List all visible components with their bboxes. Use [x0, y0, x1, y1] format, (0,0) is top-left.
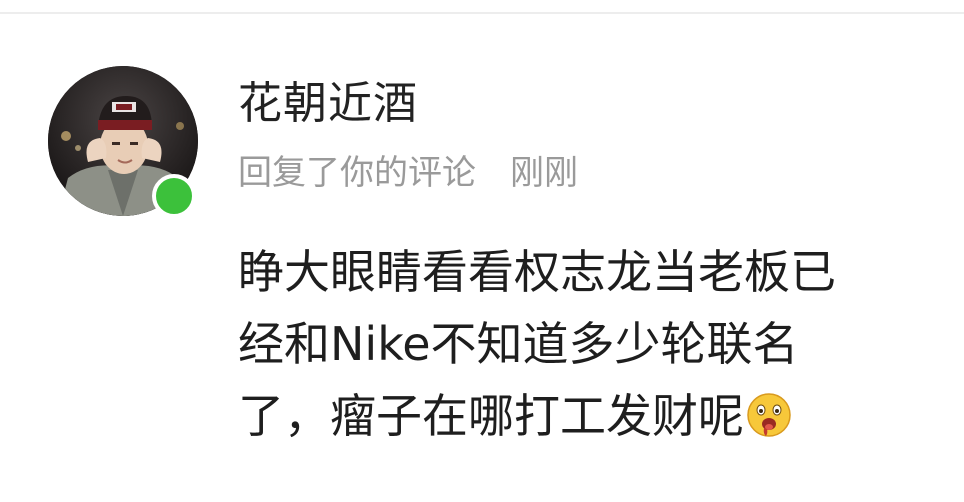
- reply-meta: 回复了你的评论 刚刚: [238, 150, 578, 196]
- avatar-container[interactable]: [48, 66, 198, 218]
- drooling-face-emoji-icon: [747, 393, 791, 437]
- comment-text[interactable]: 睁大眼睛看看权志龙当老板已 经和Nike不知道多少轮联名 了，瘤子在哪打工发财呢: [238, 236, 938, 452]
- comment-line-2: 经和Nike不知道多少轮联名: [238, 317, 799, 371]
- comment-line-3: 了，瘤子在哪打工发财呢: [238, 389, 744, 443]
- comment-line-3-wrap: 了，瘤子在哪打工发财呢: [238, 380, 938, 452]
- top-divider: [0, 12, 964, 14]
- notification-screen: 花朝近酒 回复了你的评论 刚刚 睁大眼睛看看权志龙当老板已 经和Nike不知道多少…: [0, 0, 964, 502]
- comment-line-1: 睁大眼睛看看权志龙当老板已: [238, 245, 836, 299]
- reply-time: 刚刚: [510, 153, 578, 193]
- online-status-dot-icon: [152, 174, 196, 218]
- reply-action-text: 回复了你的评论: [238, 153, 476, 193]
- user-name[interactable]: 花朝近酒: [238, 76, 418, 132]
